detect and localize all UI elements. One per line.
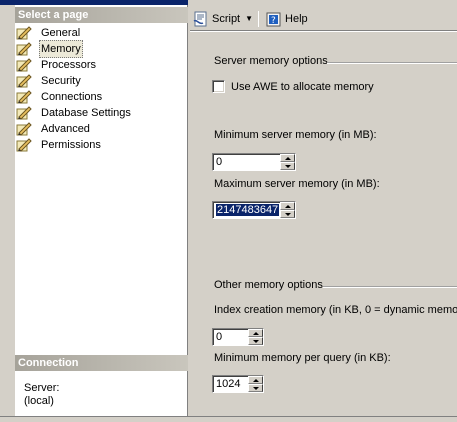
page-icon <box>16 74 32 88</box>
spin-buttons <box>280 201 296 219</box>
spin-buttons <box>280 153 296 171</box>
help-button[interactable]: ? Help <box>263 9 311 29</box>
chevron-down-icon: ▼ <box>245 14 254 23</box>
script-icon <box>193 11 209 27</box>
page-icon <box>16 58 32 72</box>
arrow-up-icon <box>252 331 259 335</box>
left-margin <box>0 0 15 422</box>
min-memory-per-query-spinner[interactable]: 1024 <box>212 375 264 393</box>
page-icon <box>16 122 32 136</box>
connection-header: Connection <box>15 355 188 371</box>
arrow-down-icon <box>284 212 291 216</box>
toolbar-separator <box>258 10 260 27</box>
arrow-up-icon <box>284 156 291 160</box>
max-server-memory-label: Maximum server memory (in MB): <box>214 178 380 190</box>
other-memory-group-label: Other memory options <box>214 279 323 291</box>
min-memory-per-query-field[interactable]: 1024 <box>212 375 248 393</box>
arrow-up-icon <box>284 204 291 208</box>
svg-text:?: ? <box>271 16 276 26</box>
script-button[interactable]: Script ▼ <box>190 9 256 29</box>
awe-checkbox[interactable] <box>212 80 225 93</box>
help-icon: ? <box>266 11 282 27</box>
max-server-memory-value: 2147483647 <box>216 204 280 216</box>
group-divider <box>323 286 457 288</box>
page-item-security[interactable]: Security <box>16 73 186 89</box>
page-item-permissions[interactable]: Permissions <box>16 137 186 153</box>
page-item-general[interactable]: General <box>16 25 186 41</box>
spin-up-button[interactable] <box>248 329 263 337</box>
index-creation-memory-field[interactable]: 0 <box>212 328 248 346</box>
page-item-connections[interactable]: Connections <box>16 89 186 105</box>
page-icon <box>16 42 32 56</box>
group-divider <box>327 62 457 64</box>
page-item-database-settings[interactable]: Database Settings <box>16 105 186 121</box>
page-item-label: General <box>41 27 81 39</box>
index-creation-memory-label: Index creation memory (in KB, 0 = dynami… <box>214 304 457 316</box>
page-item-label: Connections <box>41 91 103 103</box>
bottom-edge <box>0 416 457 422</box>
spin-down-button[interactable] <box>248 337 263 345</box>
page-icon <box>16 90 32 104</box>
script-label: Script <box>212 12 241 25</box>
max-server-memory-spinner[interactable]: 2147483647 <box>212 201 296 219</box>
arrow-down-icon <box>252 339 259 343</box>
page-item-label: Security <box>41 75 81 87</box>
select-page-header: Select a page <box>15 7 188 23</box>
arrow-down-icon <box>252 386 259 390</box>
page-item-memory[interactable]: Memory <box>16 40 186 58</box>
spin-down-button[interactable] <box>280 210 295 218</box>
min-server-memory-field[interactable]: 0 <box>212 153 280 171</box>
page-item-processors[interactable]: Processors <box>16 57 186 73</box>
connection-info: Server: (local) <box>24 382 59 408</box>
min-memory-per-query-label: Minimum memory per query (in KB): <box>214 352 391 364</box>
min-server-memory-label: Minimum server memory (in MB): <box>214 129 377 141</box>
toolbar: Script ▼ ? Help <box>190 7 457 32</box>
spin-down-button[interactable] <box>280 162 295 170</box>
awe-label: Use AWE to allocate memory <box>231 80 374 93</box>
spin-up-button[interactable] <box>248 376 263 384</box>
server-value: (local) <box>24 395 54 407</box>
spin-up-button[interactable] <box>280 202 295 210</box>
page-icon <box>16 106 32 120</box>
page-item-label: Database Settings <box>41 107 131 119</box>
server-label: Server: <box>24 382 60 394</box>
spin-buttons <box>248 375 264 393</box>
page-item-label: Permissions <box>41 139 101 151</box>
min-server-memory-spinner[interactable]: 0 <box>212 153 296 171</box>
page-list: General Memory Processors Security Conne… <box>16 25 186 153</box>
spin-buttons <box>248 328 264 346</box>
arrow-up-icon <box>252 378 259 382</box>
arrow-down-icon <box>284 164 291 168</box>
help-label: Help <box>285 12 308 25</box>
awe-checkbox-row[interactable]: Use AWE to allocate memory <box>212 80 374 93</box>
spin-down-button[interactable] <box>248 384 263 392</box>
page-item-label: Processors <box>41 59 97 71</box>
max-server-memory-field[interactable]: 2147483647 <box>212 201 280 219</box>
spin-up-button[interactable] <box>280 154 295 162</box>
server-memory-group-label: Server memory options <box>214 55 328 67</box>
page-item-advanced[interactable]: Advanced <box>16 121 186 137</box>
page-icon <box>16 26 32 40</box>
page-icon <box>16 138 32 152</box>
index-creation-memory-spinner[interactable]: 0 <box>212 328 264 346</box>
page-item-label: Advanced <box>41 123 90 135</box>
page-item-label: Memory <box>39 40 83 58</box>
